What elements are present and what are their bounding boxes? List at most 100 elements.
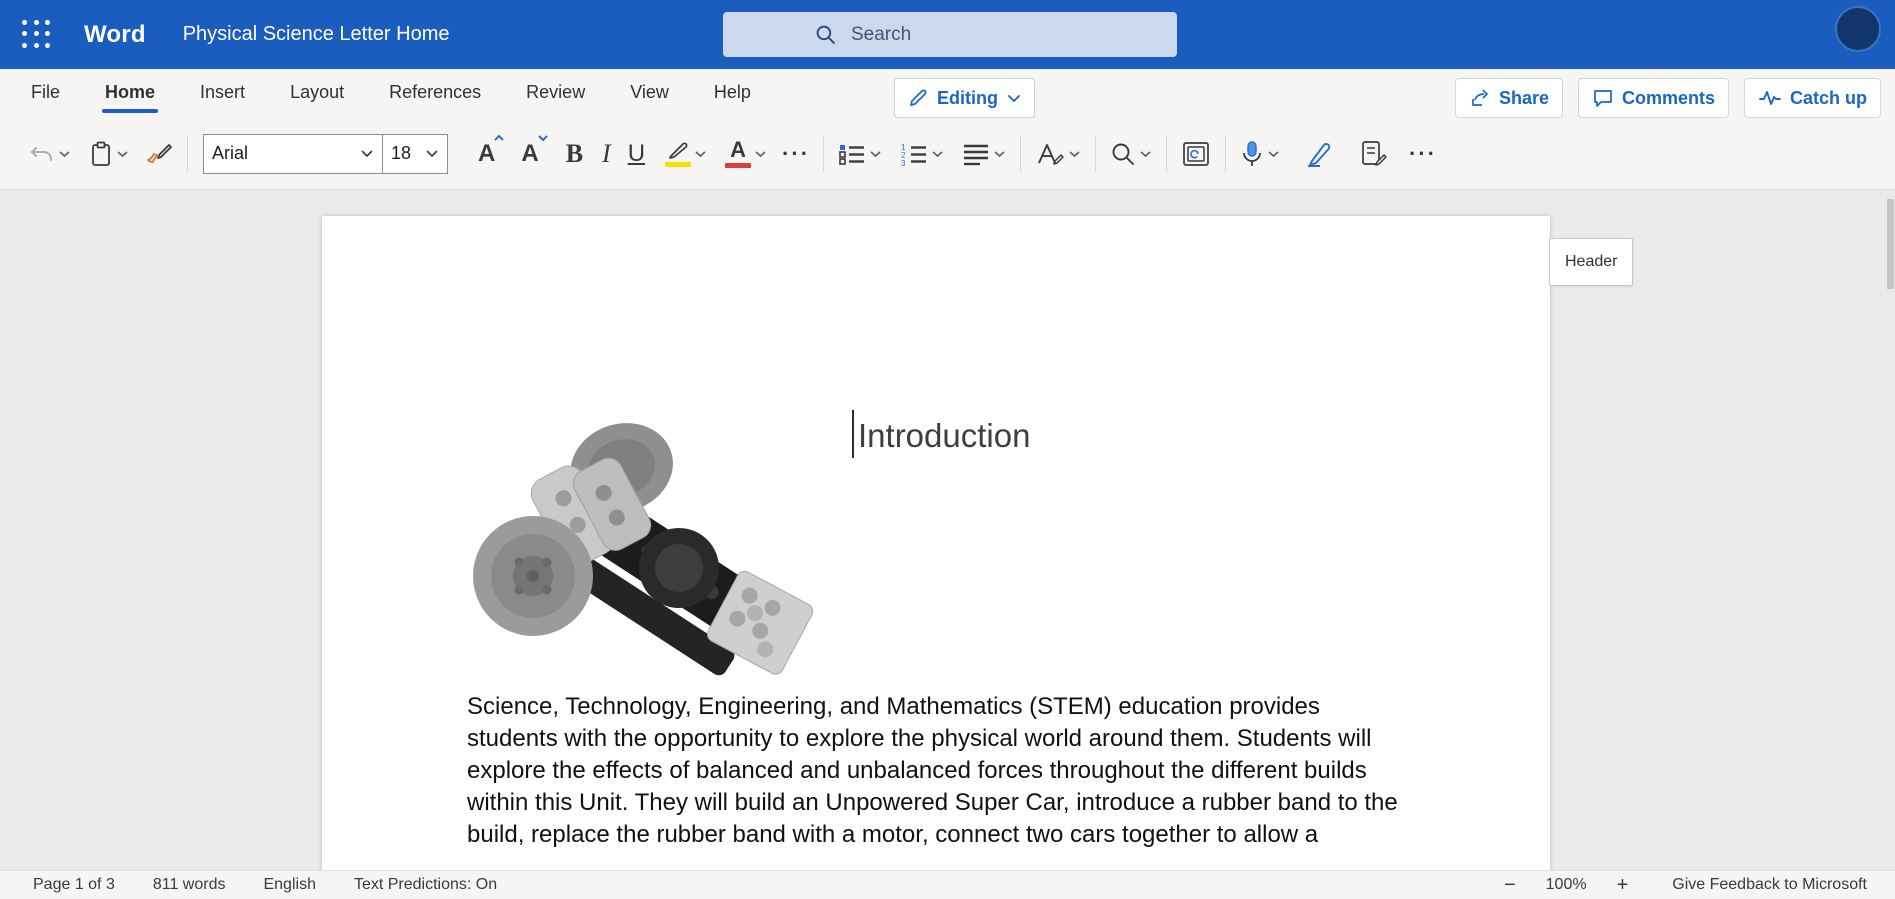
- text-cursor: [852, 410, 854, 458]
- chevron-down-icon: [869, 150, 882, 158]
- feedback-link[interactable]: Give Feedback to Microsoft: [1672, 876, 1867, 894]
- divider: [187, 136, 188, 172]
- numbering-button[interactable]: 123: [895, 132, 949, 176]
- header-button[interactable]: Header: [1549, 238, 1633, 286]
- document-paragraph[interactable]: Science, Technology, Engineering, and Ma…: [467, 691, 1412, 851]
- editing-mode-button[interactable]: Editing: [894, 78, 1035, 118]
- align-text-icon: [962, 142, 990, 166]
- zoom-level[interactable]: 100%: [1546, 876, 1587, 894]
- app-launcher-icon[interactable]: [22, 20, 52, 50]
- alignment-button[interactable]: [957, 132, 1011, 176]
- find-icon: [1110, 141, 1136, 167]
- search-bar[interactable]: [723, 12, 1177, 57]
- comments-button[interactable]: Comments: [1578, 78, 1729, 118]
- vertical-scrollbar[interactable]: [1887, 199, 1894, 289]
- editor-pen-icon: [1304, 141, 1334, 167]
- paragraph-line: students with the opportunity to explore…: [467, 723, 1412, 755]
- share-icon: [1469, 87, 1491, 109]
- font-name-value: Arial: [212, 143, 248, 164]
- tab-help[interactable]: Help: [705, 72, 760, 115]
- grow-font-letter: A: [478, 140, 495, 168]
- highlight-color-button[interactable]: [660, 132, 712, 176]
- chevron-down-icon: [116, 150, 129, 158]
- more-toolbar-options-button[interactable]: ···: [1405, 132, 1441, 176]
- find-button[interactable]: [1105, 132, 1157, 176]
- divider: [1020, 136, 1021, 172]
- catch-up-label: Catch up: [1790, 88, 1867, 109]
- zoom-out-button[interactable]: −: [1504, 874, 1516, 897]
- font-color-button[interactable]: A: [720, 132, 772, 176]
- immersive-reader-button[interactable]: [1176, 132, 1216, 176]
- search-icon: [815, 24, 836, 45]
- paste-button[interactable]: [84, 132, 134, 176]
- clipboard-icon: [89, 141, 113, 167]
- numbered-list-icon: 123: [900, 142, 928, 166]
- chevron-down-icon: [993, 150, 1006, 158]
- tab-file[interactable]: File: [22, 72, 69, 115]
- comments-icon: [1592, 87, 1614, 109]
- underline-button[interactable]: U: [625, 132, 648, 176]
- share-button[interactable]: Share: [1455, 78, 1563, 118]
- app-header: Word Physical Science Letter Home: [0, 0, 1895, 69]
- word-count[interactable]: 811 words: [153, 876, 226, 894]
- catch-up-button[interactable]: Catch up: [1744, 78, 1881, 118]
- font-color-swatch: [725, 163, 751, 168]
- bold-button[interactable]: B: [561, 132, 588, 176]
- document-image-robot-car[interactable]: [471, 406, 834, 678]
- caret-up-icon: [493, 134, 505, 142]
- font-size-value: 18: [391, 143, 411, 164]
- more-font-options-button[interactable]: ···: [778, 132, 814, 176]
- format-painter-icon: [145, 141, 173, 167]
- editor-button[interactable]: [1299, 132, 1339, 176]
- tab-view[interactable]: View: [621, 72, 678, 115]
- tab-insert[interactable]: Insert: [191, 72, 254, 115]
- paragraph-line: explore the effects of balanced and unba…: [467, 755, 1412, 787]
- ribbon-tabs: File Home Insert Layout References Revie…: [0, 69, 1895, 118]
- translate-button[interactable]: [1355, 132, 1393, 176]
- divider: [1225, 136, 1226, 172]
- undo-icon: [29, 142, 55, 166]
- chevron-down-icon: [425, 149, 439, 158]
- divider: [823, 136, 824, 172]
- chevron-down-icon: [1007, 94, 1021, 103]
- format-painter-button[interactable]: [140, 132, 178, 176]
- highlight-color-swatch: [665, 162, 691, 167]
- grow-font-button[interactable]: A: [472, 132, 501, 176]
- tab-references[interactable]: References: [380, 72, 490, 115]
- bullet-list-icon: [838, 142, 866, 166]
- tab-review[interactable]: Review: [517, 72, 594, 115]
- document-heading[interactable]: Introduction: [858, 417, 1030, 455]
- document-title[interactable]: Physical Science Letter Home: [183, 23, 450, 46]
- styles-icon: [1035, 141, 1065, 167]
- comments-label: Comments: [1622, 88, 1715, 109]
- shrink-font-letter: A: [521, 140, 538, 168]
- dictate-button[interactable]: [1235, 132, 1285, 176]
- styles-button[interactable]: [1030, 132, 1086, 176]
- undo-button[interactable]: [24, 132, 76, 176]
- chevron-down-icon: [931, 150, 944, 158]
- chevron-down-icon: [1267, 150, 1280, 158]
- italic-button[interactable]: I: [598, 132, 615, 176]
- home-ribbon-toolbar: Arial 18 A A B I U A ··· 123: [0, 118, 1895, 190]
- chevron-down-icon: [1139, 150, 1152, 158]
- zoom-in-button[interactable]: +: [1617, 874, 1629, 897]
- header-button-label: Header: [1565, 253, 1617, 271]
- account-avatar[interactable]: [1835, 6, 1881, 52]
- status-bar: Page 1 of 3 811 words English Text Predi…: [0, 870, 1895, 899]
- bullets-button[interactable]: [833, 132, 887, 176]
- page-count[interactable]: Page 1 of 3: [33, 876, 115, 894]
- font-size-select[interactable]: 18: [382, 134, 448, 174]
- pencil-icon: [908, 88, 928, 108]
- tab-home[interactable]: Home: [96, 72, 164, 115]
- shrink-font-button[interactable]: A: [515, 132, 544, 176]
- divider: [1095, 136, 1096, 172]
- share-label: Share: [1499, 88, 1549, 109]
- language-indicator[interactable]: English: [263, 876, 315, 894]
- editing-mode-label: Editing: [937, 88, 998, 109]
- text-predictions-toggle[interactable]: Text Predictions: On: [354, 876, 497, 894]
- caret-down-icon: [537, 134, 549, 142]
- search-input[interactable]: [851, 24, 1131, 46]
- microphone-icon: [1240, 140, 1264, 168]
- font-name-select[interactable]: Arial: [203, 134, 383, 174]
- tab-layout[interactable]: Layout: [281, 72, 353, 115]
